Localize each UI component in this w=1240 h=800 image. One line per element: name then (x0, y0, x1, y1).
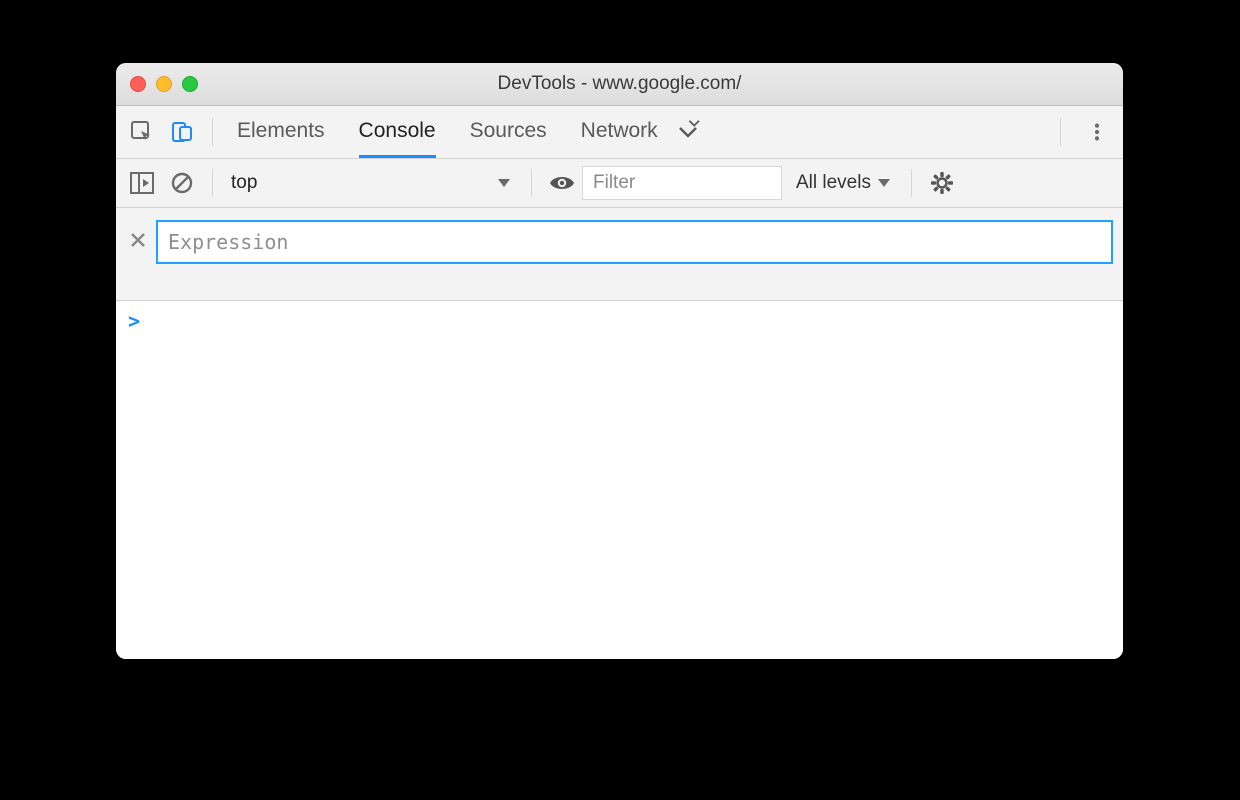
dropdown-caret-icon (877, 176, 891, 190)
inspect-element-icon[interactable] (122, 106, 162, 158)
clear-console-icon[interactable] (162, 159, 202, 207)
log-levels-select[interactable]: All levels (796, 172, 891, 194)
tab-console[interactable]: Console (359, 106, 436, 158)
console-prompt-caret-icon: > (128, 309, 140, 333)
tab-sources[interactable]: Sources (470, 106, 547, 158)
separator (531, 169, 532, 197)
tab-elements[interactable]: Elements (237, 106, 325, 158)
remove-expression-icon[interactable] (124, 224, 152, 256)
tab-network[interactable]: Network (581, 106, 658, 158)
filter-input[interactable] (582, 166, 782, 200)
execution-context-label: top (231, 172, 257, 194)
separator (212, 118, 213, 146)
devtools-window: DevTools - www.google.com/ Elements Cons… (116, 63, 1123, 659)
log-levels-label: All levels (796, 172, 871, 194)
minimize-window-button[interactable] (156, 76, 172, 92)
live-expression-input[interactable] (156, 220, 1113, 264)
devtools-tabstrip: Elements Console Sources Network (116, 106, 1123, 159)
separator (1060, 118, 1061, 146)
live-expression-row (116, 208, 1123, 301)
window-title: DevTools - www.google.com/ (116, 73, 1123, 95)
zoom-window-button[interactable] (182, 76, 198, 92)
traffic-lights (130, 76, 198, 92)
live-expression-eye-icon[interactable] (542, 159, 582, 207)
console-output[interactable]: > (116, 301, 1123, 659)
console-toolbar: top All levels (116, 159, 1123, 208)
dropdown-caret-icon (497, 176, 511, 190)
separator (212, 169, 213, 197)
execution-context-select[interactable]: top (227, 168, 517, 198)
toggle-sidebar-icon[interactable] (122, 159, 162, 207)
more-tabs-button[interactable] (668, 106, 708, 158)
panel-tabs: Elements Console Sources Network (237, 106, 658, 158)
close-window-button[interactable] (130, 76, 146, 92)
window-titlebar: DevTools - www.google.com/ (116, 63, 1123, 106)
kebab-menu-icon[interactable] (1077, 106, 1117, 158)
toggle-device-toolbar-icon[interactable] (162, 106, 202, 158)
separator (911, 169, 912, 197)
console-settings-gear-icon[interactable] (922, 159, 962, 207)
